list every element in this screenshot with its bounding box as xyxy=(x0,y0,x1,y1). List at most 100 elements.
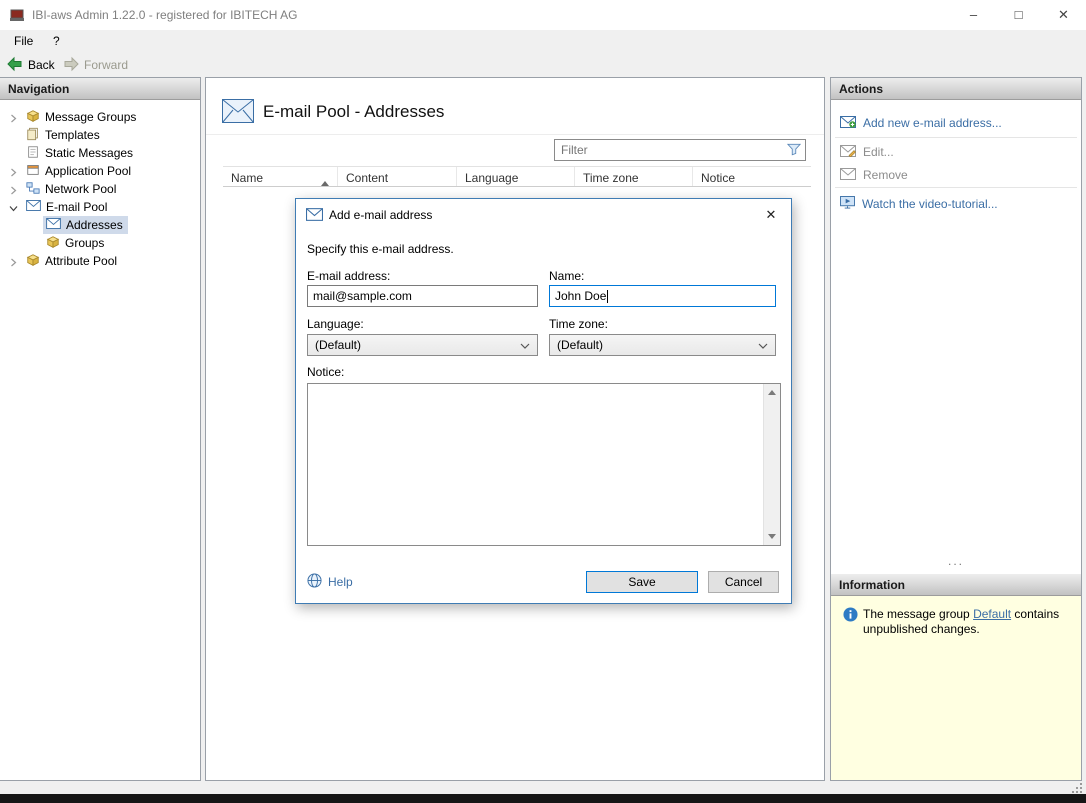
tree-item-email-pool[interactable]: E-mail Pool xyxy=(0,198,200,216)
video-tutorial-icon xyxy=(840,196,855,212)
message-icon xyxy=(26,145,40,162)
maximize-button[interactable]: □ xyxy=(996,0,1041,30)
tree-item-label: Groups xyxy=(65,236,105,250)
tree-item-label: Attribute Pool xyxy=(45,254,118,268)
action-watch-tutorial[interactable]: Watch the video-tutorial... xyxy=(831,193,1081,215)
scrollbar[interactable] xyxy=(763,384,780,545)
navigation-panel: Navigation Message Groups Templates Stat… xyxy=(0,77,201,781)
box-icon xyxy=(46,235,60,252)
close-icon[interactable]: ✕ xyxy=(759,204,783,225)
save-button[interactable]: Save xyxy=(586,571,698,593)
notice-textarea[interactable] xyxy=(307,383,781,546)
cancel-button[interactable]: Cancel xyxy=(708,571,779,593)
window-bottom-edge xyxy=(0,794,1086,803)
scroll-up-icon[interactable] xyxy=(764,384,780,401)
table-header-row: Name Content Language Time zone Notice xyxy=(223,166,811,187)
forward-arrow-icon xyxy=(63,56,79,75)
scroll-down-icon[interactable] xyxy=(764,528,780,545)
tree-item-application-pool[interactable]: Application Pool xyxy=(0,162,200,180)
column-header-language[interactable]: Language xyxy=(457,167,575,186)
chevron-down-icon[interactable] xyxy=(9,202,18,212)
tree-item-static-messages[interactable]: Static Messages xyxy=(0,144,200,162)
name-field[interactable]: John Doe xyxy=(549,285,776,307)
header-divider xyxy=(206,134,824,135)
toolbar: Back Forward xyxy=(0,53,1086,77)
email-pool-header-icon xyxy=(222,99,254,126)
email-address-label: E-mail address: xyxy=(307,269,391,283)
menu-file[interactable]: File xyxy=(5,30,42,53)
navigation-header: Navigation xyxy=(0,78,200,100)
app-window-icon xyxy=(26,163,40,180)
chevron-right-icon[interactable] xyxy=(9,256,18,267)
app-window: IBI-aws Admin 1.22.0 - registered for IB… xyxy=(0,0,1086,803)
tree-item-label: Application Pool xyxy=(45,164,132,178)
action-label: Edit... xyxy=(863,145,894,159)
back-button[interactable]: Back xyxy=(7,56,55,74)
close-window-button[interactable]: ✕ xyxy=(1041,0,1086,30)
tree-item-message-groups[interactable]: Message Groups xyxy=(0,108,200,126)
information-message: The message group Default contains unpub… xyxy=(863,607,1069,637)
menu-bar: File ? xyxy=(0,30,1086,53)
default-group-link[interactable]: Default xyxy=(973,607,1011,621)
column-header-timezone[interactable]: Time zone xyxy=(575,167,693,186)
help-globe-icon xyxy=(307,573,322,591)
chevron-down-icon xyxy=(520,338,530,352)
email-address-field[interactable] xyxy=(307,285,538,307)
action-edit[interactable]: Edit... xyxy=(831,141,1081,163)
help-label: Help xyxy=(328,575,353,589)
box-icon xyxy=(26,253,40,270)
action-remove[interactable]: Remove xyxy=(831,164,1081,186)
status-bar xyxy=(0,781,1086,794)
language-dropdown[interactable]: (Default) xyxy=(307,334,538,356)
envelope-icon xyxy=(306,208,323,224)
edit-envelope-icon xyxy=(840,144,856,160)
timezone-dropdown[interactable]: (Default) xyxy=(549,334,776,356)
separator xyxy=(835,187,1077,188)
title-bar: IBI-aws Admin 1.22.0 - registered for IB… xyxy=(0,0,1086,30)
column-header-notice[interactable]: Notice xyxy=(693,167,811,186)
minimize-button[interactable]: – xyxy=(951,0,996,30)
notice-label: Notice: xyxy=(307,365,345,379)
forward-button[interactable]: Forward xyxy=(63,56,128,74)
tree-item-network-pool[interactable]: Network Pool xyxy=(0,180,200,198)
menu-help[interactable]: ? xyxy=(44,30,69,53)
sort-ascending-icon xyxy=(321,175,329,189)
timezone-label: Time zone: xyxy=(549,317,608,331)
tree-item-label: Static Messages xyxy=(45,146,134,160)
templates-icon xyxy=(26,127,40,144)
filter-funnel-icon[interactable] xyxy=(786,143,802,159)
envelope-icon xyxy=(46,218,61,232)
chevron-right-icon[interactable] xyxy=(9,166,18,177)
page-title: E-mail Pool - Addresses xyxy=(263,102,445,121)
window-title: IBI-aws Admin 1.22.0 - registered for IB… xyxy=(32,8,298,22)
column-header-name[interactable]: Name xyxy=(223,167,338,186)
network-icon xyxy=(26,181,40,198)
tree-item-label: Message Groups xyxy=(45,110,137,124)
separator xyxy=(835,137,1077,138)
back-arrow-icon xyxy=(7,56,23,75)
information-header: Information xyxy=(831,574,1081,596)
tree-item-addresses[interactable]: Addresses xyxy=(0,216,200,234)
chevron-right-icon[interactable] xyxy=(9,184,18,195)
back-label: Back xyxy=(28,58,55,72)
dialog-description: Specify this e-mail address. xyxy=(307,242,454,256)
forward-label: Forward xyxy=(84,58,129,72)
tree-item-label: Addresses xyxy=(66,218,123,232)
information-panel: The message group Default contains unpub… xyxy=(831,596,1081,780)
action-label: Remove xyxy=(863,168,908,182)
tree-item-label: E-mail Pool xyxy=(46,200,108,214)
tree-item-templates[interactable]: Templates xyxy=(0,126,200,144)
filter-input[interactable] xyxy=(554,139,806,161)
timezone-selected-value: (Default) xyxy=(557,338,604,352)
tree-item-groups[interactable]: Groups xyxy=(0,234,200,252)
column-header-content[interactable]: Content xyxy=(338,167,457,186)
help-link[interactable]: Help xyxy=(307,573,353,591)
right-panel: Actions Add new e-mail address... Edit..… xyxy=(830,77,1082,781)
tree-item-attribute-pool[interactable]: Attribute Pool xyxy=(0,252,200,270)
action-add-email[interactable]: Add new e-mail address... xyxy=(831,112,1081,134)
chevron-right-icon[interactable] xyxy=(9,112,18,123)
panel-splitter-handle[interactable]: ... xyxy=(831,554,1081,568)
info-text-before: The message group xyxy=(863,607,974,621)
add-email-dialog: Add e-mail address ✕ Specify this e-mail… xyxy=(295,198,792,604)
remove-envelope-icon xyxy=(840,167,856,183)
